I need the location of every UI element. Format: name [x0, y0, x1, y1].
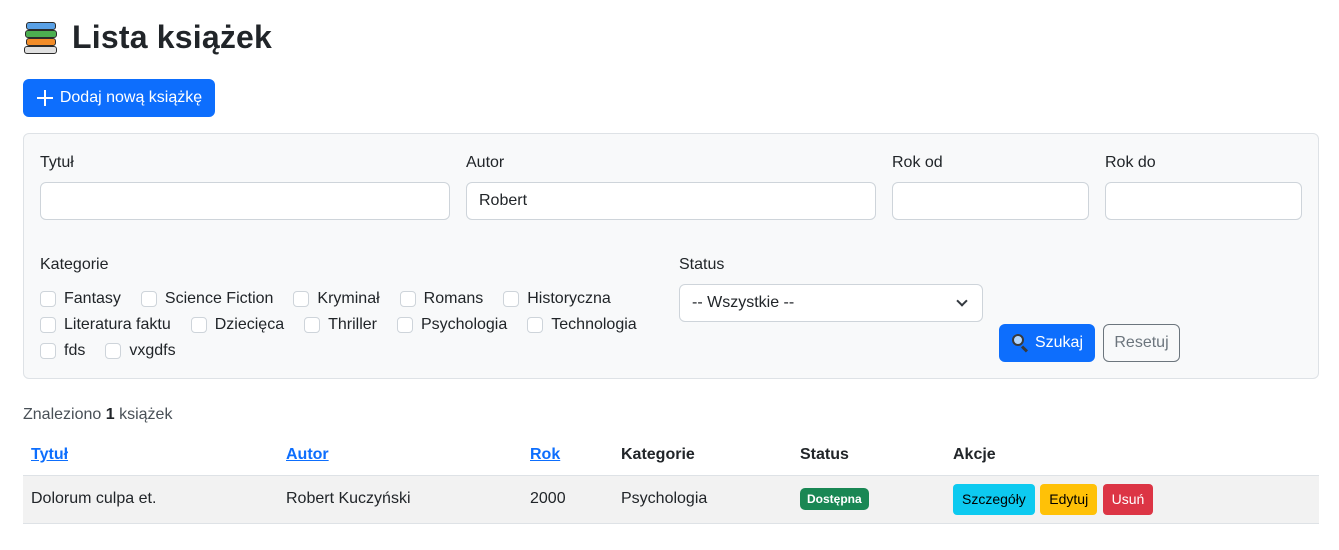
checkbox[interactable]	[140, 291, 157, 307]
edit-button[interactable]: Edytuj	[1040, 483, 1098, 515]
results-prefix: Znaleziono	[23, 406, 102, 423]
details-button[interactable]: Szczegóły	[953, 483, 1035, 515]
search-button[interactable]: Szukaj	[999, 324, 1095, 362]
books-icon	[24, 18, 60, 56]
column-author: Autor	[278, 435, 522, 476]
categories-label: Kategorie	[40, 256, 109, 273]
category-row: fds vxgdfs	[40, 338, 660, 364]
category-thriller[interactable]: Thriller	[304, 316, 377, 334]
table-header-row: Tytuł Autor Rok Kategorie Status Akcje	[23, 435, 1319, 476]
results-count: Znaleziono 1 książek	[23, 406, 172, 424]
year-from-label: Rok od	[892, 154, 943, 171]
add-book-button[interactable]: Dodaj nową książkę	[23, 79, 215, 117]
sort-year-link[interactable]: Rok	[530, 446, 560, 463]
author-filter-label: Autor	[466, 154, 505, 171]
results-suffix: książek	[119, 406, 173, 423]
checkbox[interactable]	[40, 291, 56, 307]
results-number: 1	[105, 406, 115, 423]
category-literatura-faktu[interactable]: Literatura faktu	[40, 316, 171, 334]
table-row: Dolorum culpa et. Robert Kuczyński 2000 …	[23, 475, 1319, 524]
category-kryminal[interactable]: Kryminał	[293, 290, 380, 308]
category-fds[interactable]: fds	[40, 342, 85, 360]
books-table: Tytuł Autor Rok Kategorie Status Akcje D…	[23, 435, 1319, 524]
chevron-down-icon	[956, 295, 968, 307]
status-select[interactable]: -- Wszystkie --	[679, 284, 983, 322]
checkbox[interactable]	[304, 317, 321, 333]
checkbox[interactable]	[40, 343, 56, 359]
category-row: Literatura faktu Dziecięca Thriller Psyc…	[40, 312, 660, 338]
category-romans[interactable]: Romans	[399, 290, 483, 308]
column-year: Rok	[522, 435, 613, 476]
category-row: Fantasy Science Fiction Kryminał Romans …	[40, 286, 660, 312]
reset-button[interactable]: Resetuj	[1103, 324, 1180, 362]
search-button-label: Szukaj	[1034, 334, 1084, 351]
category-checkboxes: Fantasy Science Fiction Kryminał Romans …	[40, 286, 660, 364]
year-to-label: Rok do	[1105, 154, 1156, 171]
checkbox[interactable]	[190, 317, 207, 333]
category-science-fiction[interactable]: Science Fiction	[140, 290, 273, 308]
category-historyczna[interactable]: Historyczna	[503, 290, 611, 308]
column-actions: Akcje	[945, 435, 1319, 476]
category-dziecieca[interactable]: Dziecięca	[190, 316, 284, 334]
plus-icon	[36, 89, 54, 107]
filter-panel: Tytuł Autor Rok od Rok do Kategorie Fant…	[23, 133, 1319, 379]
category-fantasy[interactable]: Fantasy	[40, 290, 121, 308]
year-from-input[interactable]	[892, 182, 1089, 220]
cell-status: Dostępna	[792, 475, 945, 524]
year-to-input[interactable]	[1105, 182, 1302, 220]
checkbox[interactable]	[399, 291, 416, 307]
column-categories: Kategorie	[613, 435, 792, 476]
checkbox[interactable]	[293, 291, 310, 307]
delete-button[interactable]: Usuń	[1102, 483, 1154, 515]
cell-category: Psychologia	[613, 475, 792, 524]
column-title: Tytuł	[23, 435, 278, 476]
checkbox[interactable]	[503, 291, 520, 307]
column-status: Status	[792, 435, 945, 476]
page-title: Lista książek	[72, 18, 273, 55]
status-badge: Dostępna	[800, 488, 869, 510]
checkbox[interactable]	[105, 343, 122, 359]
search-icon	[1011, 334, 1029, 353]
title-row: Lista książek	[24, 18, 272, 56]
category-vxgdfs[interactable]: vxgdfs	[105, 342, 176, 360]
sort-author-link[interactable]: Autor	[286, 446, 329, 463]
page: Lista książek Dodaj nową książkę Tytuł A…	[0, 0, 1339, 550]
cell-actions: Szczegóły Edytuj Usuń	[945, 475, 1319, 524]
checkbox[interactable]	[40, 317, 56, 333]
add-book-label: Dodaj nową książkę	[59, 89, 203, 106]
cell-title: Dolorum culpa et.	[23, 475, 278, 524]
status-select-value: -- Wszystkie --	[692, 294, 795, 311]
category-psychologia[interactable]: Psychologia	[396, 316, 507, 334]
checkbox[interactable]	[396, 317, 413, 333]
checkbox[interactable]	[527, 317, 544, 333]
title-filter-label: Tytuł	[40, 154, 74, 171]
category-technologia[interactable]: Technologia	[527, 316, 637, 334]
sort-title-link[interactable]: Tytuł	[31, 446, 68, 463]
title-filter-input[interactable]	[40, 182, 450, 220]
cell-author: Robert Kuczyński	[278, 475, 522, 524]
cell-year: 2000	[522, 475, 613, 524]
author-filter-input[interactable]	[466, 182, 876, 220]
status-filter-label: Status	[679, 256, 725, 273]
